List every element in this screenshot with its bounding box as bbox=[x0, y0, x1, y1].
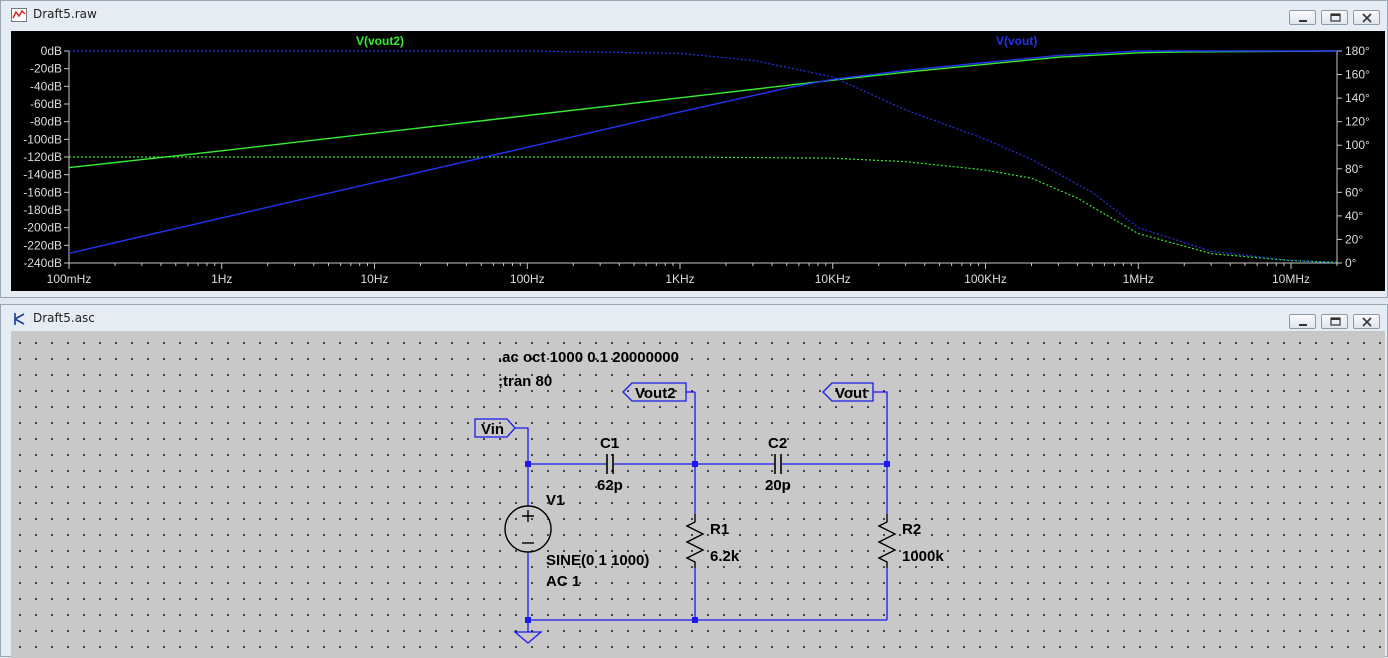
y-left-tick-label: -240dB bbox=[23, 256, 62, 270]
y-left-tick-label: -60dB bbox=[30, 97, 62, 111]
y-left-tick-label: 0dB bbox=[41, 44, 62, 58]
y-right-tick-label: 100° bbox=[1345, 138, 1370, 152]
restore-icon bbox=[1330, 317, 1341, 326]
y-right-tick-label: 20° bbox=[1345, 232, 1363, 246]
minimize-button[interactable] bbox=[1289, 10, 1316, 25]
y-left-tick-label: -20dB bbox=[30, 62, 62, 76]
capacitor-c1[interactable] bbox=[606, 454, 614, 474]
c1-value: 62p bbox=[597, 477, 623, 494]
y-right-tick-label: 80° bbox=[1345, 162, 1363, 176]
resistor-r2[interactable] bbox=[877, 514, 897, 568]
y-left-tick-label: -40dB bbox=[30, 79, 62, 93]
y-left-tick-label: -100dB bbox=[23, 132, 62, 146]
bode-plot-canvas[interactable]: 0dB -20dB -40dB -60dB -80dB -100dB -120dB -140d… bbox=[11, 31, 1385, 291]
schematic-minimize-button[interactable] bbox=[1289, 314, 1316, 329]
svg-text:Vin: Vin bbox=[481, 421, 504, 438]
ground-icon bbox=[513, 623, 543, 644]
svg-text:Vout: Vout bbox=[835, 385, 867, 402]
y-left-tick-label: -160dB bbox=[23, 185, 62, 199]
minimize-icon bbox=[1299, 324, 1307, 326]
close-button[interactable] bbox=[1353, 10, 1380, 25]
x-tick-label: 10Hz bbox=[360, 272, 388, 286]
x-tick-label: 1MHz bbox=[1123, 272, 1154, 286]
bode-plot[interactable]: 0dB -20dB -40dB -60dB -80dB -100dB -120dB -140d… bbox=[11, 31, 1385, 291]
schematic-window[interactable]: Draft5.asc Vin Vout2 Vout .ac oct 1000 0… bbox=[0, 304, 1388, 658]
node-vin bbox=[525, 461, 531, 467]
r2-value: 1000k bbox=[902, 548, 944, 565]
c2-ref: C2 bbox=[768, 435, 787, 452]
y-left-tick-label: -220dB bbox=[23, 238, 62, 252]
y-left-tick-label: -140dB bbox=[23, 168, 62, 182]
minimize-icon bbox=[1299, 20, 1307, 22]
schematic-icon bbox=[14, 313, 25, 325]
close-icon bbox=[1362, 13, 1372, 23]
r2-ref: R2 bbox=[902, 521, 921, 538]
y-left-tick-label: -200dB bbox=[23, 221, 62, 235]
plus-icon bbox=[522, 510, 534, 522]
x-tick-label: 10MHz bbox=[1272, 272, 1310, 286]
svg-text:Vout2: Vout2 bbox=[635, 385, 676, 402]
schematic-window-titlebar[interactable]: Draft5.asc bbox=[1, 305, 1387, 333]
v1-ac: AC 1 bbox=[546, 573, 580, 590]
y-left-tick-label: -80dB bbox=[30, 115, 62, 129]
y-right-tick-label: 120° bbox=[1345, 115, 1370, 129]
x-tick-label: 1Hz bbox=[211, 272, 232, 286]
x-tick-label: 10KHz bbox=[815, 272, 851, 286]
r1-ref: R1 bbox=[710, 521, 729, 538]
wire-vin-tap[interactable] bbox=[515, 427, 529, 464]
x-tick-label: 100Hz bbox=[510, 272, 545, 286]
close-icon bbox=[1362, 317, 1372, 327]
schematic-canvas[interactable]: Vin Vout2 Vout .ac oct 1000 0.1 20000000… bbox=[11, 331, 1385, 658]
net-label-vout2[interactable]: Vout2 bbox=[622, 382, 687, 402]
magnitude-trace-vout2 bbox=[68, 50, 1338, 169]
restore-icon bbox=[1330, 13, 1341, 22]
c1-ref: C1 bbox=[600, 435, 619, 452]
x-tick-label: 100KHz bbox=[964, 272, 1007, 286]
y-right-tick-label: 40° bbox=[1345, 209, 1363, 223]
restore-button[interactable] bbox=[1321, 10, 1348, 25]
y-right-tick-label: 180° bbox=[1345, 44, 1370, 58]
plot-window-title: Draft5.raw bbox=[33, 7, 97, 21]
schematic-restore-button[interactable] bbox=[1321, 314, 1348, 329]
plot-window-titlebar[interactable]: Draft5.raw bbox=[1, 1, 1387, 29]
y-right-tick-label: 140° bbox=[1345, 91, 1370, 105]
resistor-r1[interactable] bbox=[685, 514, 705, 568]
r1-value: 6.2k bbox=[710, 548, 740, 565]
x-tick-label: 100mHz bbox=[47, 272, 92, 286]
ac-directive[interactable]: .ac oct 1000 0.1 20000000 bbox=[498, 349, 679, 366]
y-right-tick-label: 160° bbox=[1345, 68, 1370, 82]
voltage-source-v1[interactable] bbox=[504, 505, 552, 553]
y-right-tick-label: 60° bbox=[1345, 185, 1363, 199]
schematic-window-title: Draft5.asc bbox=[33, 311, 95, 325]
junction-nodes bbox=[525, 461, 890, 623]
tran-directive[interactable]: ;tran 80 bbox=[498, 373, 552, 390]
ground-symbol[interactable] bbox=[513, 623, 543, 644]
y-left-tick-label: -120dB bbox=[23, 150, 62, 164]
plot-window[interactable]: Draft5.raw 0dB -20dB -40dB -60dB -80dB -100dB… bbox=[0, 0, 1388, 298]
schematic-close-button[interactable] bbox=[1353, 314, 1380, 329]
y-right-tick-label: 0° bbox=[1345, 256, 1357, 270]
node-vout2 bbox=[692, 461, 698, 467]
y-left-tick-label: -180dB bbox=[23, 203, 62, 217]
net-label-vout[interactable]: Vout bbox=[822, 382, 874, 402]
schematic-drawing[interactable]: Vin Vout2 Vout .ac oct 1000 0.1 20000000… bbox=[11, 331, 1385, 658]
node-gnd-left bbox=[525, 617, 531, 623]
c2-value: 20p bbox=[765, 477, 791, 494]
net-label-vin[interactable]: Vin bbox=[474, 418, 516, 438]
v1-value: SINE(0 1 1000) bbox=[546, 552, 649, 569]
x-tick-label: 1KHz bbox=[665, 272, 694, 286]
legend-vout[interactable]: V(vout) bbox=[996, 34, 1037, 48]
node-gnd-mid bbox=[692, 617, 698, 623]
wire-r2[interactable] bbox=[873, 391, 888, 620]
node-vout bbox=[884, 461, 890, 467]
waveform-icon bbox=[11, 8, 27, 22]
magnitude-trace-vout bbox=[68, 50, 1337, 254]
capacitor-c2[interactable] bbox=[774, 454, 782, 474]
legend-vout2[interactable]: V(vout2) bbox=[356, 34, 404, 48]
v1-ref: V1 bbox=[546, 492, 564, 509]
